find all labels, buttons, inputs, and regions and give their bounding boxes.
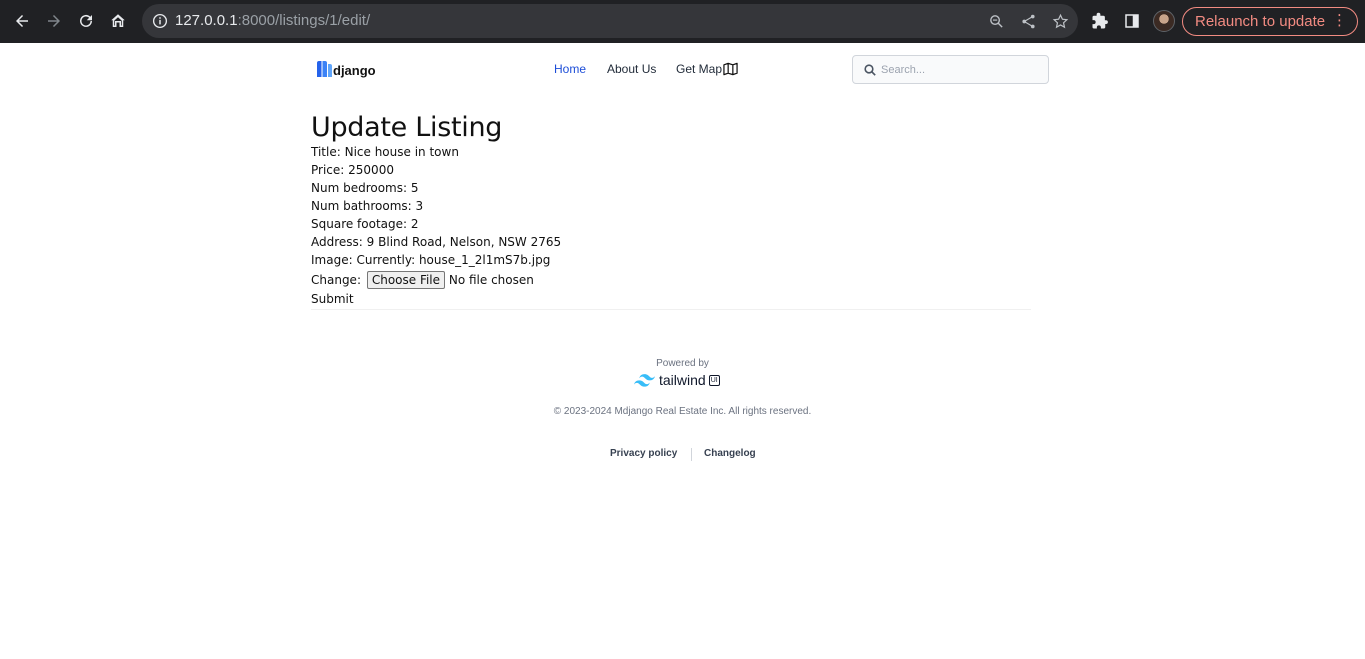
share-icon <box>1021 14 1035 28</box>
field-value[interactable]: 5 <box>411 181 419 195</box>
back-icon <box>16 15 28 27</box>
url-text: 127.0.0.1:8000/listings/1/edit/ <box>175 12 370 29</box>
divider <box>311 309 1031 310</box>
field-square-footage: Square footage: 2 <box>311 217 419 231</box>
search-input[interactable] <box>881 61 1041 79</box>
tailwind-logo[interactable]: tailwind UI <box>634 372 720 388</box>
field-value[interactable]: 3 <box>416 199 424 213</box>
reload-button[interactable] <box>71 6 101 36</box>
logo-text: django <box>333 63 376 78</box>
change-label: Change: <box>311 273 361 287</box>
field-image: Image: Currently: house_1_2l1mS7b.jpg <box>311 253 550 267</box>
zoom-button[interactable] <box>986 11 1006 31</box>
info-icon[interactable] <box>151 12 169 30</box>
field-num-bedrooms: Num bedrooms: 5 <box>311 181 419 195</box>
home-icon <box>111 14 125 27</box>
tailwind-icon <box>634 373 655 387</box>
field-price: Price: 250000 <box>311 163 394 177</box>
forward-icon <box>48 15 60 27</box>
share-button[interactable] <box>1018 11 1038 31</box>
privacy-policy-link[interactable]: Privacy policy <box>610 448 677 459</box>
field-value[interactable]: Nice house in town <box>345 145 459 159</box>
map-icon <box>723 62 738 76</box>
field-num-bathrooms: Num bathrooms: 3 <box>311 199 423 213</box>
reload-icon <box>80 14 92 27</box>
url-path: :8000/listings/1/edit/ <box>237 12 371 29</box>
forward-button[interactable] <box>39 6 69 36</box>
field-value[interactable]: 250000 <box>348 163 394 177</box>
field-value[interactable]: 9 Blind Road, Nelson, NSW 2765 <box>367 235 561 249</box>
nav-get-map-label: Get Map <box>676 62 723 76</box>
tailwind-word: tailwind <box>659 372 706 388</box>
zoom-icon <box>989 14 1003 28</box>
field-address: Address: 9 Blind Road, Nelson, NSW 2765 <box>311 235 561 249</box>
field-image-change: Change: Choose File No file chosen <box>311 271 534 289</box>
copyright-text: © 2023-2024 Mdjango Real Estate Inc. All… <box>553 406 812 417</box>
current-image-link[interactable]: Currently: house_1_2l1mS7b.jpg <box>356 253 550 267</box>
relaunch-label: Relaunch to update <box>1195 13 1326 30</box>
field-label: Num bedrooms: <box>311 181 408 195</box>
bookmark-button[interactable] <box>1050 11 1070 31</box>
logo-mark-icon <box>317 60 332 77</box>
field-label: Image: <box>311 253 353 267</box>
nav-about-us[interactable]: About Us <box>607 62 656 76</box>
star-icon <box>1052 13 1068 28</box>
profile-avatar[interactable] <box>1153 10 1175 32</box>
no-file-text: No file chosen <box>448 273 534 287</box>
submit-button[interactable]: Submit <box>311 292 354 306</box>
field-label: Address: <box>311 235 363 249</box>
url-host: 127.0.0.1 <box>175 12 238 29</box>
back-button[interactable] <box>7 6 37 36</box>
home-button[interactable] <box>103 6 133 36</box>
field-value[interactable]: 2 <box>411 217 419 231</box>
changelog-link[interactable]: Changelog <box>704 448 756 459</box>
field-label: Price: <box>311 163 345 177</box>
tailwind-ui-badge: UI <box>708 374 720 386</box>
footer-separator <box>691 448 692 461</box>
field-label: Square footage: <box>311 217 408 231</box>
search-icon <box>864 64 876 76</box>
field-label: Title: <box>311 145 341 159</box>
extensions-icon <box>1092 12 1108 29</box>
powered-by-text: Powered by <box>656 358 709 369</box>
nav-home[interactable]: Home <box>554 62 586 76</box>
nav-get-map[interactable]: Get Map <box>676 62 738 76</box>
choose-file-button[interactable]: Choose File <box>366 271 446 289</box>
page-title: Update Listing <box>311 112 503 143</box>
field-label: Num bathrooms: <box>311 199 412 213</box>
side-panel-icon <box>1125 14 1139 28</box>
browser-toolbar: 127.0.0.1:8000/listings/1/edit/ Relaunch… <box>0 0 1365 43</box>
search-box <box>852 55 1049 84</box>
relaunch-button[interactable]: Relaunch to update ⋮ <box>1182 7 1358 36</box>
side-panel-button[interactable] <box>1117 6 1147 36</box>
more-icon[interactable]: ⋮ <box>1332 13 1347 29</box>
site-logo[interactable]: django <box>317 59 376 78</box>
field-title: Title: Nice house in town <box>311 145 459 159</box>
address-bar[interactable]: 127.0.0.1:8000/listings/1/edit/ <box>142 4 1078 38</box>
extensions-button[interactable] <box>1085 6 1115 36</box>
